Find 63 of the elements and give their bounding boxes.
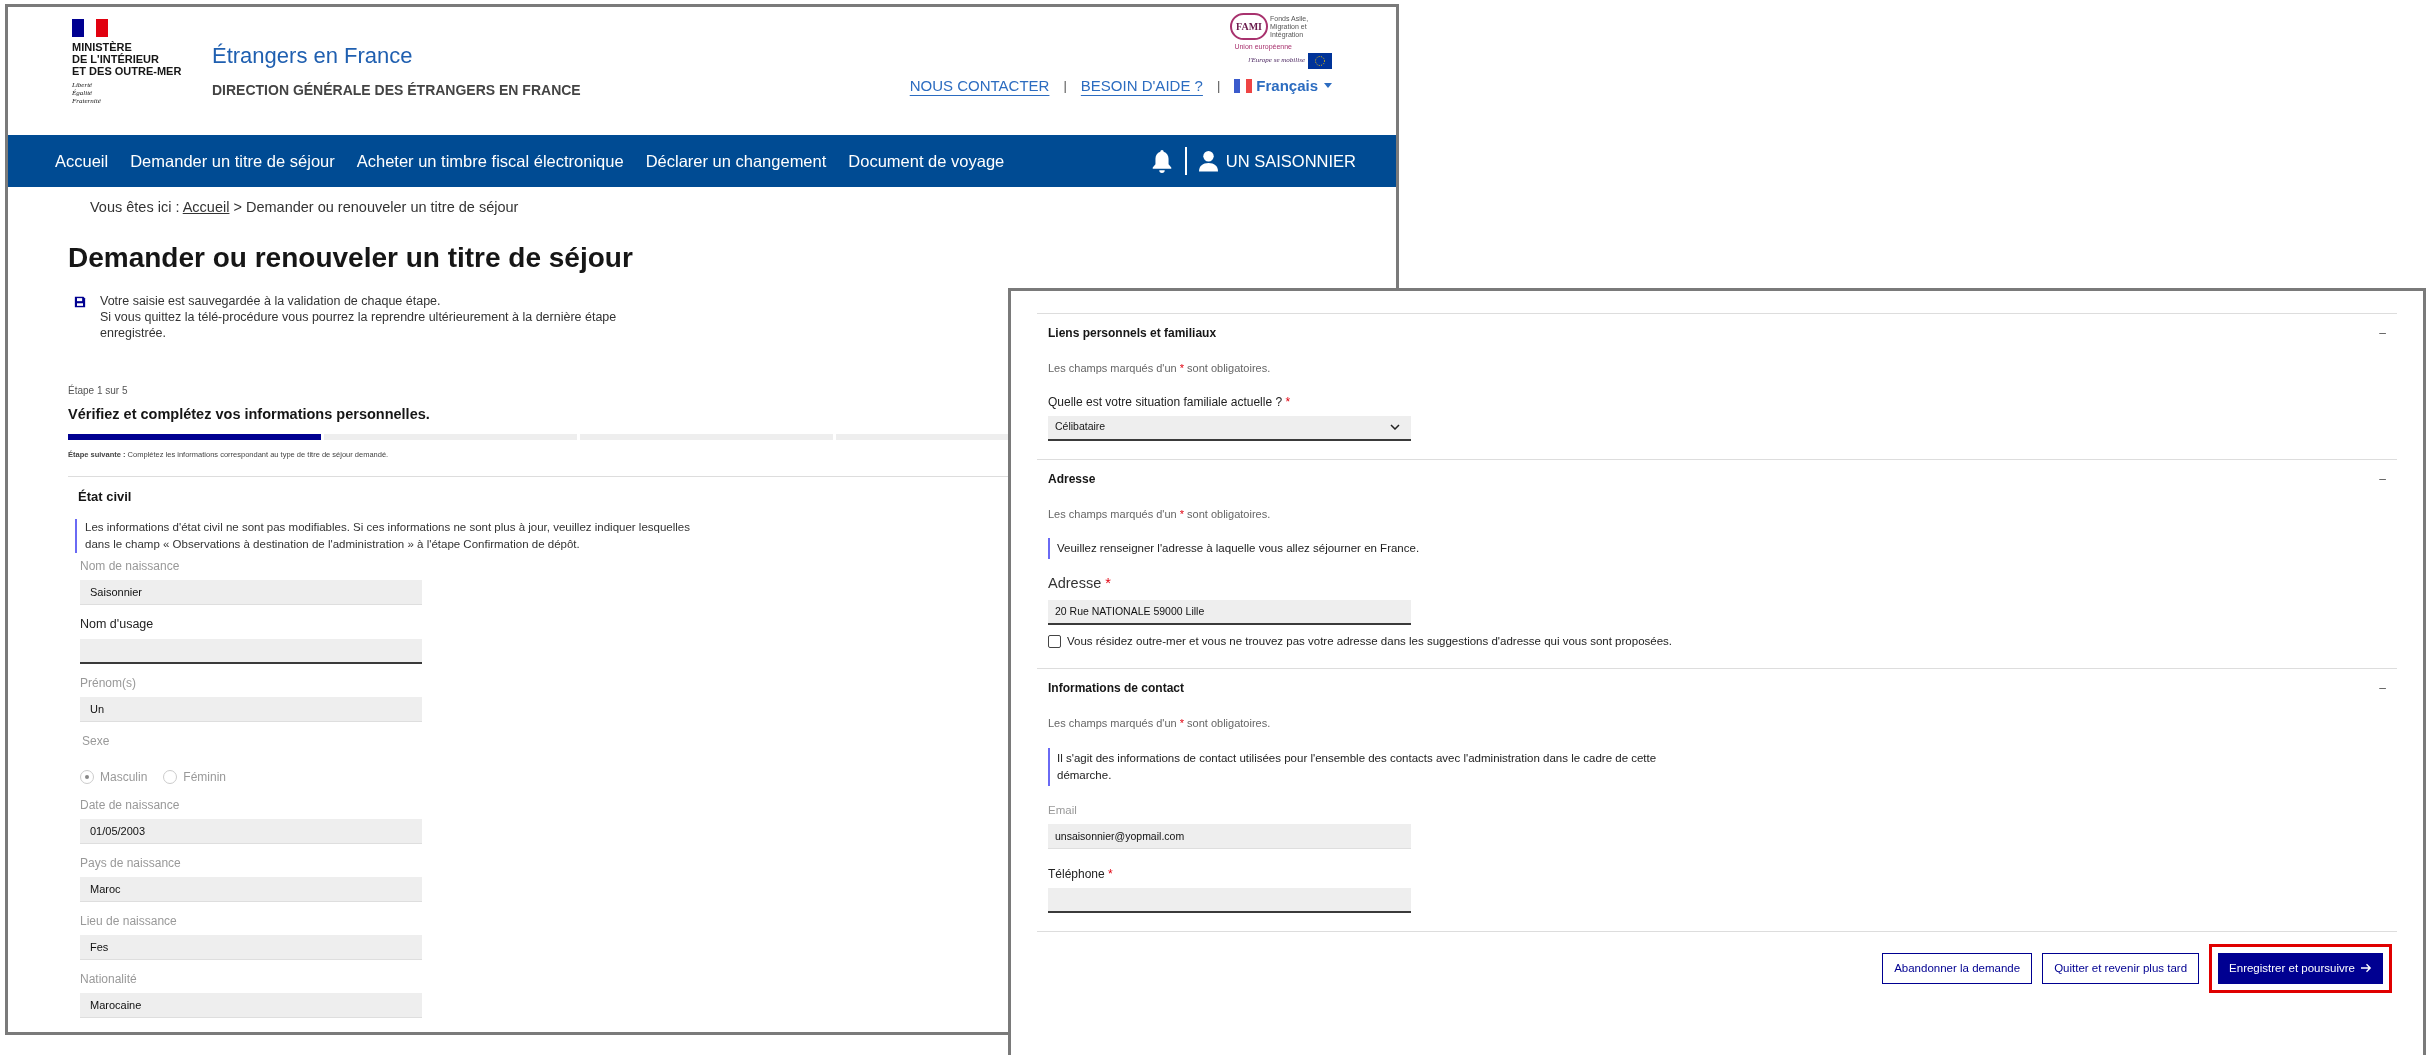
field-label: Date de naissance — [80, 797, 180, 814]
breadcrumb-link[interactable]: Accueil — [182, 199, 230, 215]
secondary-button[interactable]: Quitter et revenir plus tard — [2042, 952, 2200, 984]
field-label: Prénom(s) — [80, 675, 136, 692]
nav-link[interactable]: Acheter un timbre fiscal électronique — [356, 148, 624, 174]
field-label: Pays de naissance — [80, 855, 181, 872]
separator: | — [1216, 77, 1221, 95]
page-title: Demander ou renouveler un titre de séjour — [68, 240, 634, 275]
field-label: Nom d'usage — [80, 616, 154, 634]
info-text: Il s'agit des informations de contact utilisées pour l'ensemble des contacts avec l'administration dans le cadre de cette démarche. — [1048, 747, 1708, 786]
site-subtitle: DIRECTION GÉNÉRALE DES ÉTRANGERS EN FRANCE — [212, 81, 581, 100]
checkbox-option[interactable]: Vous résidez outre-mer et vous ne trouvez pas votre adresse dans les suggestions d'adresse qui vous sont proposées. — [1048, 632, 2386, 650]
language-selector[interactable]: Français — [1234, 74, 1332, 97]
field-label: Nom de naissance — [80, 558, 180, 576]
section-title: Informations de contact — [1048, 680, 1184, 697]
chevron-down-icon — [1390, 424, 1400, 430]
user-icon — [1198, 150, 1218, 172]
marianne-flag-icon — [72, 19, 108, 37]
arrow-right-icon — [2361, 963, 2372, 974]
secondary-button[interactable]: Abandonner la demande — [1882, 952, 2033, 984]
field-label: Email — [1048, 802, 1077, 818]
eu-flag-icon — [1308, 52, 1332, 69]
text-field[interactable] — [80, 639, 422, 664]
section-title: Liens personnels et familiaux — [1048, 325, 1217, 342]
info-text: Les informations d'état civil ne sont pas modifiables. Si ces informations ne sont plus à jour, veuillez indiquer lesquelles dans le champ « Observations à destination de l'administration » à l'étape Confirmation de dépôt. — [75, 519, 715, 554]
required-note: Les champs marqués d'un * sont obligatoires. — [1048, 506, 1272, 522]
collapse-toggle[interactable]: – — [2379, 679, 2386, 697]
field-label: Lieu de naissance — [80, 913, 177, 930]
collapse-toggle[interactable]: – — [2379, 324, 2386, 342]
section-title: Adresse — [1048, 470, 1096, 488]
fami-logo: FAMI — [1230, 13, 1268, 40]
header-link[interactable]: NOUS CONTACTER — [909, 74, 1050, 97]
save-icon — [74, 295, 86, 308]
nav-link[interactable]: Document de voyage — [848, 148, 1005, 174]
header-link[interactable]: BESOIN D'AIDE ? — [1080, 74, 1203, 97]
required-note: Les champs marqués d'un * sont obligatoires. — [1048, 361, 1272, 376]
save-notice: Votre saisie est sauvegardée à la validation de chaque étape. Si vous quittez la télé-procédure vous pourrez la reprendre ultérieurement à la dernière étape enregistrée. — [100, 292, 618, 341]
breadcrumb: Vous êtes ici : Accueil > Demander ou renouveler un titre de séjour — [89, 198, 520, 217]
field-label: Sexe — [82, 733, 110, 750]
info-text: Veuillez renseigner l'adresse à laquelle vous allez séjourner en France. — [1048, 538, 1708, 559]
collapse-toggle[interactable]: – — [2379, 469, 2386, 488]
ministry-name: MINISTÈRE DE L'INTÉRIEUR ET DES OUTRE-MER — [72, 41, 183, 77]
nav-link[interactable]: Demander un titre de séjour — [130, 148, 335, 174]
section-title: État civil — [78, 487, 133, 506]
field-label: Adresse * — [1048, 574, 1111, 593]
nav-link[interactable]: Accueil — [55, 148, 109, 174]
field-label: Téléphone * — [1048, 865, 1113, 883]
user-menu[interactable]: UN SAISONNIER — [1198, 148, 1356, 174]
select-field[interactable]: Célibataire — [1048, 415, 1411, 441]
caret-icon — [1324, 83, 1332, 89]
text-field[interactable] — [1048, 887, 1411, 913]
step-counter: Étape 1 sur 5 — [68, 383, 129, 398]
field-label: Quelle est votre situation familiale actuelle ? * — [1048, 393, 1291, 411]
separator: | — [1063, 77, 1067, 95]
field-label: Nationalité — [80, 971, 137, 988]
checkbox[interactable] — [1048, 634, 1061, 648]
text-field[interactable]: 20 Rue NATIONALE 59000 Lille — [1048, 599, 1411, 625]
flag-icon — [1234, 78, 1253, 93]
required-note: Les champs marqués d'un * sont obligatoires. — [1048, 716, 1272, 731]
primary-button[interactable]: Enregistrer et poursuivre — [2218, 952, 2383, 984]
bell-icon[interactable] — [1150, 149, 1173, 173]
nav-link[interactable]: Déclarer un changement — [645, 148, 827, 174]
site-title[interactable]: Étrangers en France — [212, 39, 581, 72]
